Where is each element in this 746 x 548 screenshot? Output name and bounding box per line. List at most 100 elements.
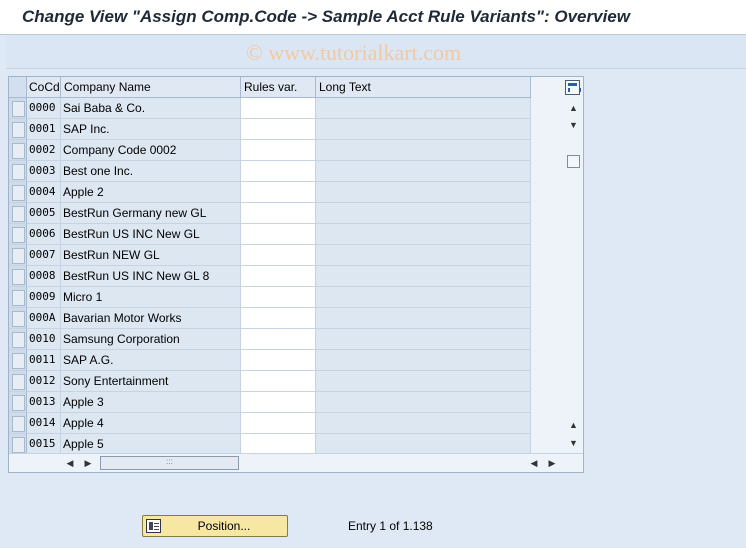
company-name-cell: Apple 5 (61, 434, 241, 455)
horizontal-scrollbar[interactable]: ◀ ▶ ::: ◀ ▶ (9, 453, 583, 472)
rules-var-input[interactable] (241, 140, 316, 161)
company-name-cell: BestRun NEW GL (61, 245, 241, 266)
cocd-cell: 0005 (27, 203, 61, 224)
column-header-company-name[interactable]: Company Name (61, 77, 241, 98)
long-text-cell (316, 203, 531, 224)
long-text-cell (316, 308, 531, 329)
scroll-left-end-icon[interactable]: ◀ (528, 457, 540, 469)
long-text-cell (316, 224, 531, 245)
table-settings-icon[interactable] (565, 80, 581, 95)
watermark: © www.tutorialkart.com (246, 40, 462, 65)
rules-var-input[interactable] (241, 161, 316, 182)
cocd-cell: 0009 (27, 287, 61, 308)
rules-var-input[interactable] (241, 308, 316, 329)
table-row: 0000 Sai Baba & Co. (9, 98, 531, 119)
table-row: 0011 SAP A.G. (9, 350, 531, 371)
long-text-cell (316, 161, 531, 182)
table-row: 0013 Apple 3 (9, 392, 531, 413)
position-button-label: Position... (197, 519, 251, 533)
scroll-right-icon[interactable]: ▶ (82, 457, 94, 469)
cocd-cell: 0007 (27, 245, 61, 266)
scroll-left-icon[interactable]: ◀ (64, 457, 76, 469)
table-row: 0014 Apple 4 (9, 413, 531, 434)
table-body: 0000 Sai Baba & Co. 0001 SAP Inc. 0002 Comp… (9, 98, 531, 455)
long-text-cell (316, 140, 531, 161)
rules-var-input[interactable] (241, 434, 316, 455)
row-selector[interactable] (9, 203, 27, 224)
row-selector[interactable] (9, 140, 27, 161)
rules-var-input[interactable] (241, 182, 316, 203)
cocd-cell: 0004 (27, 182, 61, 203)
vertical-scroll-thumb[interactable] (567, 155, 580, 168)
table-control: CoCd Company Name Rules var. Long Text 0… (8, 76, 584, 473)
position-button[interactable]: Position... (142, 515, 288, 537)
long-text-cell (316, 350, 531, 371)
cocd-cell: 0003 (27, 161, 61, 182)
cocd-cell: 0014 (27, 413, 61, 434)
rules-var-input[interactable] (241, 224, 316, 245)
entry-counter: Entry 1 of 1.138 (348, 519, 433, 533)
company-name-cell: Sony Entertainment (61, 371, 241, 392)
table-row: 0003 Best one Inc. (9, 161, 531, 182)
table-row: 0010 Samsung Corporation (9, 329, 531, 350)
row-selector[interactable] (9, 308, 27, 329)
table-row: 0006 BestRun US INC New GL (9, 224, 531, 245)
row-selector[interactable] (9, 329, 27, 350)
cocd-cell: 0002 (27, 140, 61, 161)
row-selector[interactable] (9, 371, 27, 392)
row-selector[interactable] (9, 98, 27, 119)
rules-var-input[interactable] (241, 392, 316, 413)
table-row: 0015 Apple 5 (9, 434, 531, 455)
company-name-cell: Micro 1 (61, 287, 241, 308)
rules-var-input[interactable] (241, 98, 316, 119)
table-row: 0008 BestRun US INC New GL 8 (9, 266, 531, 287)
rules-var-input[interactable] (241, 203, 316, 224)
row-selector[interactable] (9, 287, 27, 308)
row-selector[interactable] (9, 182, 27, 203)
table-row: 000A Bavarian Motor Works (9, 308, 531, 329)
row-selector[interactable] (9, 245, 27, 266)
long-text-cell (316, 245, 531, 266)
company-name-cell: SAP Inc. (61, 119, 241, 140)
company-name-cell: Apple 3 (61, 392, 241, 413)
table-row: 0012 Sony Entertainment (9, 371, 531, 392)
scroll-right-end-icon[interactable]: ▶ (546, 457, 558, 469)
scroll-up-icon[interactable]: ▲ (568, 103, 579, 114)
rules-var-input[interactable] (241, 413, 316, 434)
vertical-scrollbar[interactable]: ▲ ▼ ▲ ▼ (565, 98, 582, 452)
rules-var-input[interactable] (241, 119, 316, 140)
cocd-cell: 000A (27, 308, 61, 329)
scroll-down-icon[interactable]: ▼ (568, 438, 579, 449)
company-name-cell: BestRun US INC New GL 8 (61, 266, 241, 287)
cocd-cell: 0010 (27, 329, 61, 350)
rules-var-input[interactable] (241, 287, 316, 308)
cocd-cell: 0006 (27, 224, 61, 245)
rules-var-input[interactable] (241, 245, 316, 266)
cocd-cell: 0013 (27, 392, 61, 413)
page-up-icon[interactable]: ▲ (568, 420, 579, 431)
table-row: 0005 BestRun Germany new GL (9, 203, 531, 224)
row-selector[interactable] (9, 350, 27, 371)
row-selector[interactable] (9, 161, 27, 182)
rules-var-input[interactable] (241, 350, 316, 371)
rules-var-input[interactable] (241, 329, 316, 350)
row-selector[interactable] (9, 266, 27, 287)
cocd-cell: 0001 (27, 119, 61, 140)
horizontal-scroll-thumb[interactable]: ::: (100, 456, 239, 470)
row-selector[interactable] (9, 413, 27, 434)
column-header-rules-var[interactable]: Rules var. (241, 77, 316, 98)
row-selector[interactable] (9, 392, 27, 413)
table-row: 0009 Micro 1 (9, 287, 531, 308)
column-header-long-text[interactable]: Long Text (316, 77, 531, 98)
cocd-cell: 0000 (27, 98, 61, 119)
row-selector[interactable] (9, 434, 27, 455)
page-down-icon[interactable]: ▼ (568, 120, 579, 131)
column-header-cocd[interactable]: CoCd (27, 77, 61, 98)
row-selector[interactable] (9, 119, 27, 140)
application-toolbar: © www.tutorialkart.com (6, 35, 746, 69)
row-selector[interactable] (9, 224, 27, 245)
rules-var-input[interactable] (241, 266, 316, 287)
company-name-cell: Company Code 0002 (61, 140, 241, 161)
select-all-corner[interactable] (9, 77, 27, 98)
rules-var-input[interactable] (241, 371, 316, 392)
